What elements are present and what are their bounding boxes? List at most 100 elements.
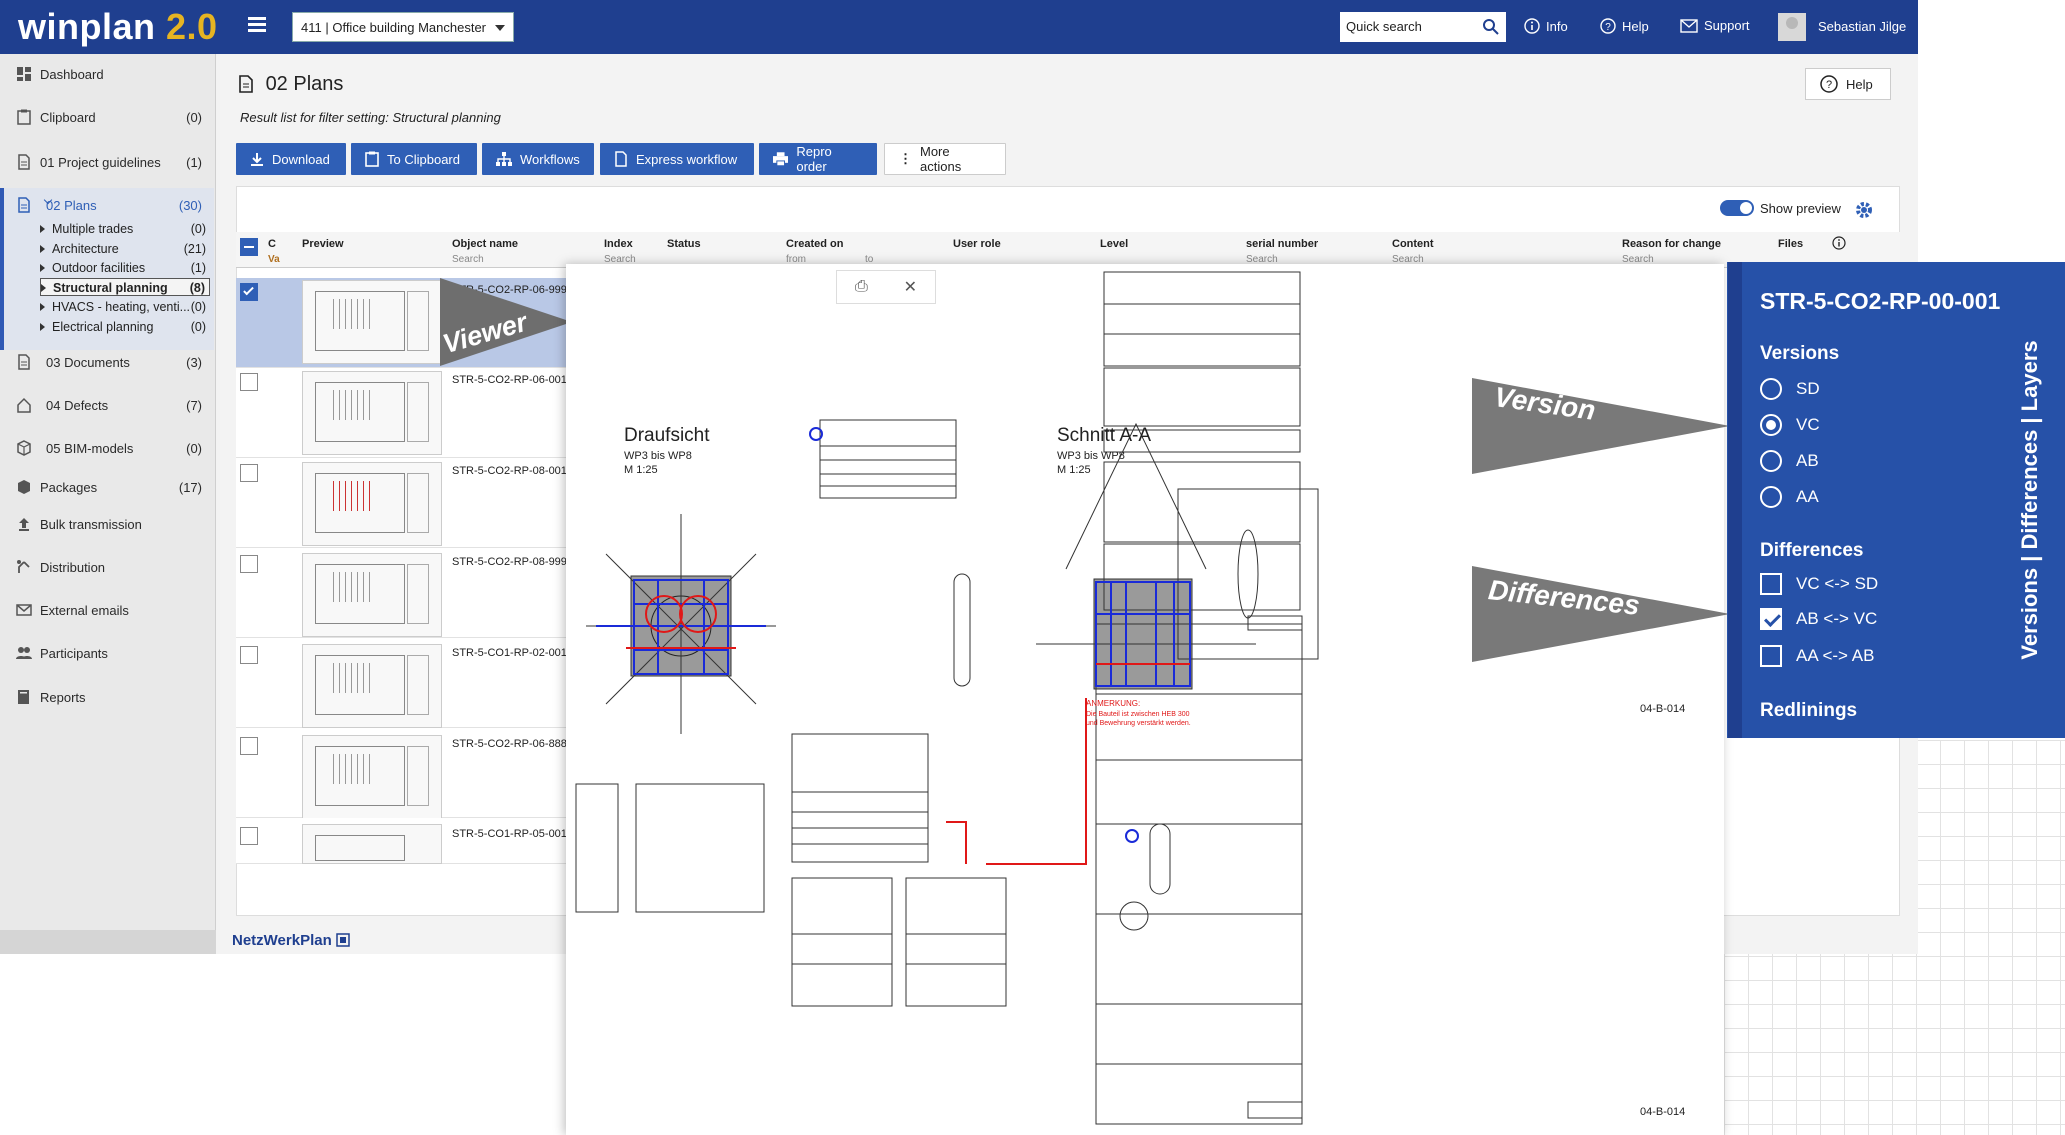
object-name-cell[interactable]: STR-5-CO1-RP-02-001 — [452, 647, 567, 659]
row-checkbox[interactable] — [240, 555, 258, 573]
clipboard-icon — [17, 109, 31, 125]
user-name[interactable]: Sebastian Jilge — [1818, 19, 1906, 34]
column-header-object-name[interactable]: Object name — [452, 238, 518, 250]
column-header-c[interactable]: C — [268, 238, 276, 250]
checkbox[interactable] — [1760, 573, 1782, 595]
info-label: Info — [1546, 18, 1568, 34]
help-button[interactable]: ? Help — [1805, 68, 1891, 100]
difference-option-vc-sd[interactable]: VC <-> SD — [1760, 571, 1878, 597]
panel-side-tabs[interactable]: Versions | Differences | Layers — [2000, 262, 2060, 738]
version-option-ab[interactable]: AB — [1760, 448, 1819, 474]
column-header-content[interactable]: Content — [1392, 238, 1434, 250]
sidebar-item-distribution[interactable]: Distribution — [0, 553, 214, 581]
express-workflow-button[interactable]: Express workflow — [600, 143, 754, 175]
plan-thumbnail[interactable] — [302, 371, 442, 455]
column-header-reason-for-change[interactable]: Reason for change — [1622, 238, 1721, 250]
repro-order-label: Repro order — [796, 144, 832, 174]
column-header-status[interactable]: Status — [667, 238, 701, 250]
sheet-id: 04-B-014 — [1640, 703, 1686, 715]
sidebar-item-participants[interactable]: Participants — [0, 639, 214, 667]
svg-text:und Bewehrung verstärkt werden: und Bewehrung verstärkt werden. — [1086, 720, 1191, 727]
plan-thumbnail[interactable] — [302, 824, 442, 864]
row-checkbox[interactable] — [240, 737, 258, 755]
sidebar-item-defects[interactable]: 04 Defects (7) — [0, 391, 214, 419]
info-icon[interactable] — [1832, 236, 1846, 250]
filter-object-name[interactable]: Search — [452, 254, 484, 265]
column-header-files[interactable]: Files — [1778, 238, 1803, 250]
row-checkbox[interactable] — [240, 283, 258, 301]
column-header-preview[interactable]: Preview — [302, 238, 344, 250]
checkbox[interactable] — [1760, 645, 1782, 667]
sidebar-subitem-hvacs[interactable]: HVACS - heating, venti... (0) — [40, 298, 210, 316]
sidebar-subitem-multiple-trades[interactable]: Multiple trades (0) — [40, 220, 210, 238]
info-link[interactable]: Info — [1524, 18, 1568, 34]
radio-button-selected[interactable] — [1760, 414, 1782, 436]
repro-order-button[interactable]: Repro order — [759, 143, 877, 175]
quick-search-input[interactable]: Quick search — [1340, 12, 1506, 42]
sidebar-item-packages[interactable]: Packages (17) — [0, 473, 214, 501]
sidebar-item-external-emails[interactable]: External emails — [0, 596, 214, 624]
download-label: Download — [272, 151, 330, 167]
column-header-level[interactable]: Level — [1100, 238, 1128, 250]
plan-thumbnail[interactable] — [302, 462, 442, 546]
version-option-vc[interactable]: VC — [1760, 412, 1820, 438]
checkbox-checked[interactable] — [1760, 608, 1782, 630]
plan-thumbnail[interactable] — [302, 280, 442, 364]
object-name-cell[interactable]: STR-5-CO2-RP-06-888 — [452, 738, 567, 750]
sidebar-item-bulk-transmission[interactable]: Bulk transmission — [0, 510, 214, 538]
version-option-aa[interactable]: AA — [1760, 484, 1819, 510]
object-name-cell[interactable]: STR-5-CO2-RP-08-001 — [452, 465, 567, 477]
brand-icon — [336, 933, 350, 947]
object-name-cell[interactable]: STR-5-CO2-RP-08-999 — [452, 556, 567, 568]
column-header-index[interactable]: Index — [604, 238, 633, 250]
avatar[interactable] — [1778, 13, 1806, 41]
radio-button[interactable] — [1760, 486, 1782, 508]
more-actions-button[interactable]: ⋮ More actions — [884, 143, 1006, 175]
workflows-button[interactable]: Workflows — [482, 143, 594, 175]
object-name-cell[interactable]: STR-5-CO1-RP-05-001 — [452, 828, 567, 840]
select-all-checkbox[interactable] — [240, 238, 258, 256]
show-preview-toggle[interactable] — [1720, 200, 1754, 216]
project-select[interactable]: 411 | Office building Manchester — [292, 12, 514, 42]
help-icon: ? — [1820, 75, 1838, 93]
column-header-user-role[interactable]: User role — [953, 238, 1001, 250]
help-link[interactable]: ? Help — [1600, 18, 1649, 34]
row-checkbox[interactable] — [240, 464, 258, 482]
sidebar-subitem-structural-planning[interactable]: Structural planning (8) — [40, 278, 210, 296]
version-option-sd[interactable]: SD — [1760, 376, 1820, 402]
app-logo[interactable]: winplan 2.0 — [18, 6, 218, 48]
difference-option-aa-ab[interactable]: AA <-> AB — [1760, 643, 1874, 669]
radio-button[interactable] — [1760, 378, 1782, 400]
sidebar-item-documents[interactable]: 03 Documents (3) — [0, 348, 214, 376]
column-header-created-on[interactable]: Created on — [786, 238, 843, 250]
plan-thumbnail[interactable] — [302, 553, 442, 637]
support-link[interactable]: Support — [1680, 18, 1750, 33]
sidebar-item-clipboard[interactable]: Clipboard (0) — [0, 103, 214, 131]
object-name-cell[interactable]: STR-5-CO2-RP-06-001 — [452, 374, 567, 386]
sidebar-item-bim-models[interactable]: 05 BIM-models (0) — [0, 434, 214, 462]
to-clipboard-button[interactable]: To Clipboard — [351, 143, 477, 175]
sidebar-item-reports[interactable]: Reports — [0, 683, 214, 711]
row-checkbox[interactable] — [240, 646, 258, 664]
download-button[interactable]: Download — [236, 143, 346, 175]
sidebar-item-project-guidelines[interactable]: 01 Project guidelines (1) — [0, 148, 214, 176]
column-header-va[interactable]: Va — [268, 254, 280, 265]
gear-icon[interactable] — [1854, 200, 1874, 220]
sidebar-subitem-outdoor-facilities[interactable]: Outdoor facilities (1) — [40, 259, 210, 277]
search-icon[interactable] — [1482, 18, 1500, 36]
row-checkbox[interactable] — [240, 827, 258, 845]
sidebar-item-dashboard[interactable]: Dashboard — [0, 60, 214, 88]
row-checkbox[interactable] — [240, 373, 258, 391]
difference-option-ab-vc[interactable]: AB <-> VC — [1760, 606, 1877, 632]
column-header-serial-number[interactable]: serial number — [1246, 238, 1318, 250]
sidebar-subitem-electrical-planning[interactable]: Electrical planning (0) — [40, 318, 210, 336]
plan-thumbnail[interactable] — [302, 644, 442, 728]
sidebar-subitem-architecture[interactable]: Architecture (21) — [40, 240, 210, 258]
panel-scrollbar[interactable] — [1728, 262, 1742, 738]
menu-icon[interactable] — [248, 17, 266, 33]
sidebar-item-plans[interactable]: 02 Plans (30) — [0, 191, 214, 219]
sidebar-item-label: 04 Defects — [46, 398, 109, 413]
radio-button[interactable] — [1760, 450, 1782, 472]
express-workflow-label: Express workflow — [636, 151, 738, 167]
plan-thumbnail[interactable] — [302, 735, 442, 819]
